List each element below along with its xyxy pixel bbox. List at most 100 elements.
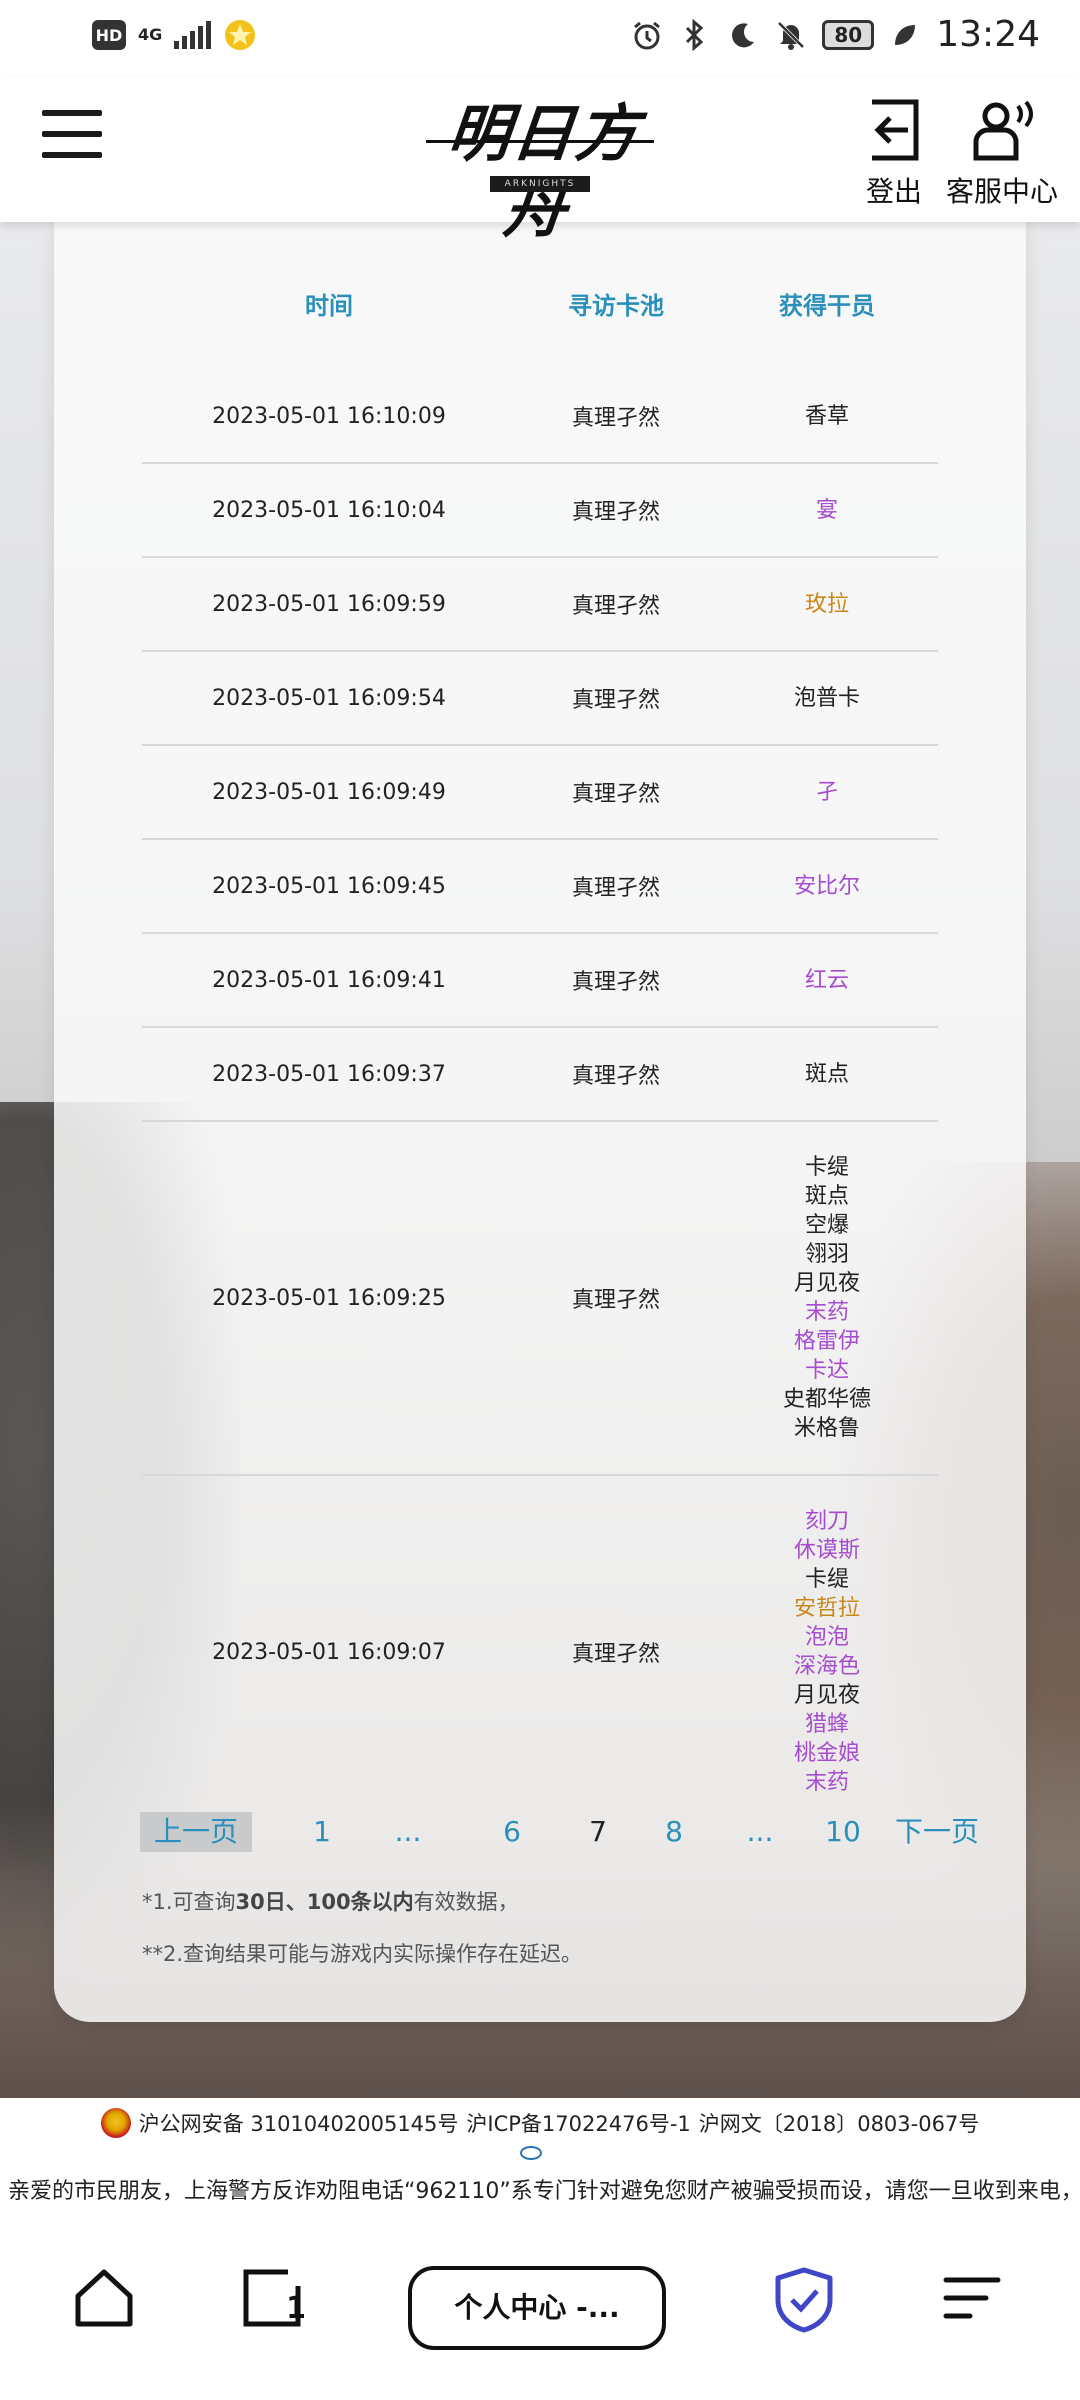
police-record-link[interactable]: 沪公网安备 31010402005145号 xyxy=(139,2108,459,2138)
page-ellipsis[interactable]: ... xyxy=(388,1812,428,1852)
operator-name: 米格鲁 xyxy=(793,1416,860,1441)
operator-name: 末药 xyxy=(804,1300,849,1325)
browser-bottom-bar: 1 个人中心 -... xyxy=(0,2212,1080,2400)
row-pool: 真理孑然 xyxy=(571,782,660,807)
row-operators: 玫拉 xyxy=(716,558,938,650)
police-badge-icon xyxy=(100,2108,131,2138)
operator-name: 猎蜂 xyxy=(804,1712,849,1737)
row-pool: 真理孑然 xyxy=(571,500,660,525)
operator-name: 休谟斯 xyxy=(793,1538,860,1563)
signal-icon xyxy=(174,21,212,49)
page-link-1[interactable]: 1 xyxy=(302,1812,342,1852)
row-operators: 卡缇 斑点 空爆 翎羽 月见夜 末药 格雷伊 卡达 史都华德 米格鲁 xyxy=(716,1122,938,1474)
network-type: 4G xyxy=(138,25,163,44)
svg-text:1: 1 xyxy=(286,2291,304,2326)
tabs-icon[interactable]: 1 xyxy=(240,2266,307,2334)
row-time: 2023-05-01 16:09:07 xyxy=(212,1639,446,1665)
moon-icon xyxy=(726,18,760,52)
operator-name: 泡泡 xyxy=(804,1625,849,1650)
row-pool: 真理孑然 xyxy=(571,970,660,995)
gacha-record-table: 时间 寻访卡池 获得干员 2023-05-01 16:10:09 真理孑然 香草 20… xyxy=(142,222,938,1828)
operator-name: 刻刀 xyxy=(804,1509,849,1534)
row-pool: 真理孑然 xyxy=(571,688,660,713)
operator-name: 月见夜 xyxy=(793,1683,860,1708)
table-row: 2023-05-01 16:09:59 真理孑然 玫拉 xyxy=(142,558,938,652)
operator-name: 安哲拉 xyxy=(793,1596,860,1621)
row-pool: 真理孑然 xyxy=(571,1288,660,1313)
current-tab-title[interactable]: 个人中心 -... xyxy=(408,2266,666,2350)
operator-name: 宴 xyxy=(815,497,838,523)
header-time: 时间 xyxy=(305,292,353,320)
row-time: 2023-05-01 16:09:45 xyxy=(212,873,446,899)
arknights-logo[interactable]: 明日方舟 ARKNIGHTS xyxy=(420,96,660,246)
row-pool: 真理孑然 xyxy=(571,876,660,901)
page-link-10[interactable]: 10 xyxy=(818,1812,868,1852)
culture-record-link[interactable]: 沪网文〔2018〕0803-067号 xyxy=(699,2108,980,2138)
gov-certification-icon[interactable] xyxy=(520,2146,542,2160)
page-ellipsis[interactable]: ... xyxy=(740,1812,780,1852)
note-delay: **2.查询结果可能与游戏内实际操作存在延迟。 xyxy=(142,1942,583,1966)
prev-page-button[interactable]: 上一页 xyxy=(140,1812,253,1852)
operator-name: 玫拉 xyxy=(804,591,849,617)
row-pool: 真理孑然 xyxy=(571,406,660,431)
table-row: 2023-05-01 16:09:25 真理孑然 卡缇 斑点 空爆 翎羽 月见夜 末药 格雷伊卡… xyxy=(142,1122,938,1476)
menu-icon[interactable] xyxy=(940,2266,1004,2334)
row-pool: 真理孑然 xyxy=(571,1064,660,1089)
table-row: 2023-05-01 16:10:09 真理孑然 香草 xyxy=(142,370,938,464)
row-time: 2023-05-01 16:09:41 xyxy=(212,967,446,993)
operator-name: 泡普卡 xyxy=(793,685,860,711)
operator-name: 桃金娘 xyxy=(793,1741,860,1766)
bluetooth-icon xyxy=(678,18,712,52)
logout-label: 登出 xyxy=(865,175,922,208)
operator-name: 史都华德 xyxy=(782,1387,871,1412)
logout-icon xyxy=(872,99,919,161)
page-link-8[interactable]: 8 xyxy=(654,1812,694,1852)
customer-service-button[interactable]: 客服中心 xyxy=(944,98,1060,210)
mute-bell-icon xyxy=(774,18,808,52)
home-icon[interactable] xyxy=(72,2266,136,2334)
page-link-6[interactable]: 6 xyxy=(492,1812,532,1852)
clock: 13:24 xyxy=(936,14,1040,55)
pagination: 上一页 1 ... 6 7 8 ... 10 下一页 xyxy=(140,1812,979,1856)
star-icon xyxy=(223,18,257,52)
icp-record-link[interactable]: 沪ICP备17022476号-1 xyxy=(466,2108,690,2138)
operator-name: 月见夜 xyxy=(793,1271,860,1296)
header-operator: 获得干员 xyxy=(779,292,875,320)
security-shield-icon[interactable] xyxy=(772,2266,836,2338)
operator-name: 卡达 xyxy=(804,1358,849,1383)
hamburger-menu-icon[interactable] xyxy=(42,110,102,162)
row-operators: 红云 xyxy=(716,934,938,1026)
row-operators: 安比尔 xyxy=(716,840,938,932)
operator-name: 末药 xyxy=(804,1770,849,1795)
site-header: 明日方舟 ARKNIGHTS 登出 客服中心 xyxy=(0,78,1080,246)
operator-name: 深海色 xyxy=(793,1654,860,1679)
row-time: 2023-05-01 16:09:54 xyxy=(212,685,446,711)
row-time: 2023-05-01 16:10:04 xyxy=(212,497,446,523)
operator-name: 卡缇 xyxy=(804,1567,849,1592)
note-query-limit: *1.可查询30日、100条以内有效数据， xyxy=(142,1890,519,1914)
operator-name: 翎羽 xyxy=(804,1242,849,1267)
logo-text: 明日方舟 xyxy=(444,97,644,246)
table-row: 2023-05-01 16:10:04 真理孑然 宴 xyxy=(142,464,938,558)
row-time: 2023-05-01 16:09:59 xyxy=(212,591,446,617)
row-operators: 宴 xyxy=(716,464,938,556)
operator-name: 斑点 xyxy=(804,1061,849,1087)
operator-name: 孑 xyxy=(815,779,838,805)
logout-button[interactable]: 登出 xyxy=(858,98,930,210)
table-body: 2023-05-01 16:10:09 真理孑然 香草 2023-05-01 16:1… xyxy=(142,370,938,1828)
status-bar: HD 4G 80 13:24 xyxy=(0,0,1080,78)
row-pool: 真理孑然 xyxy=(571,594,660,619)
operator-name: 斑点 xyxy=(804,1184,849,1209)
table-row: 2023-05-01 16:09:45 真理孑然 安比尔 xyxy=(142,840,938,934)
record-info: 沪公网安备 31010402005145号 沪ICP备17022476号-1 沪… xyxy=(0,2108,1080,2138)
operator-name: 格雷伊 xyxy=(793,1329,860,1354)
alarm-icon xyxy=(630,18,664,52)
battery-indicator: 80 xyxy=(822,19,875,50)
anti-fraud-notice: 亲爱的市民朋友，上海警方反诈劝阻电话“962110”系专门针对避免您财产被骗受损… xyxy=(8,2179,1080,2204)
next-page-button[interactable]: 下一页 xyxy=(892,1812,982,1852)
operator-name: 安比尔 xyxy=(793,873,860,899)
row-time: 2023-05-01 16:10:09 xyxy=(212,403,446,429)
site-footer: 沪公网安备 31010402005145号 沪ICP备17022476号-1 沪… xyxy=(0,2098,1080,2212)
table-row: 2023-05-01 16:09:07 真理孑然 刻刀 休谟斯 卡缇 安哲拉 泡泡 深海色 月见… xyxy=(142,1476,938,1828)
row-operators: 泡普卡 xyxy=(716,652,938,744)
